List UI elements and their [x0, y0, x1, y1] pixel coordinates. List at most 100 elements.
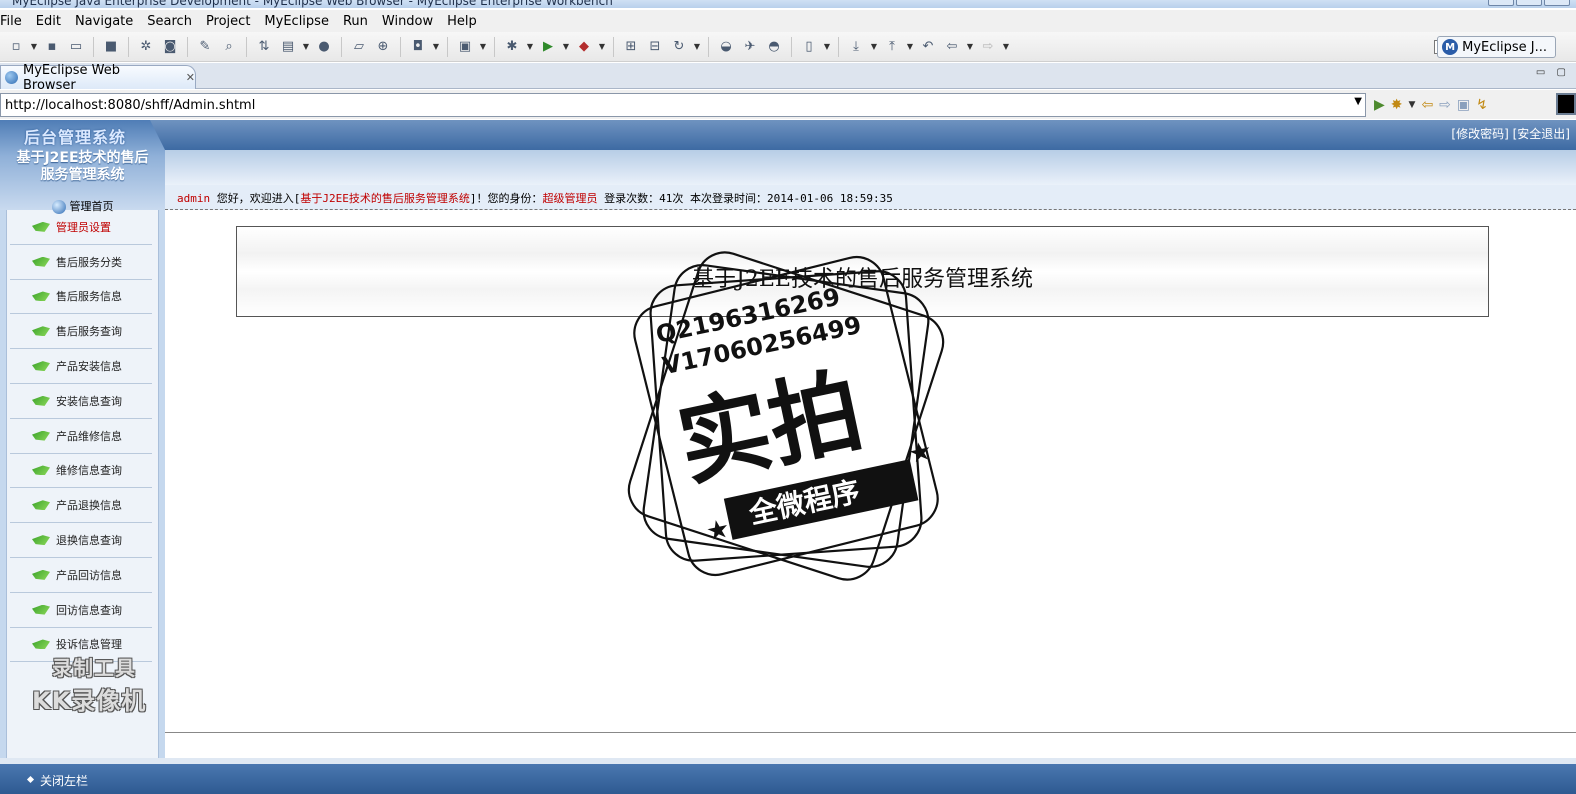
browser-back-icon[interactable]: ⇦ — [1421, 97, 1433, 113]
menu-file[interactable]: File — [0, 14, 29, 29]
menu-project[interactable]: Project — [199, 14, 257, 29]
browser-stop-icon[interactable]: ▣ — [1457, 97, 1470, 113]
sidebar-item-visit-query[interactable]: 回访信息查询 — [10, 593, 152, 628]
browser-refresh-icon[interactable]: ↯ — [1476, 97, 1488, 113]
run-icon[interactable]: ▶ — [537, 36, 559, 58]
bug-icon[interactable]: ✱ — [501, 36, 523, 58]
print-icon[interactable]: ▭ — [65, 36, 87, 58]
tasks-icon[interactable]: ▣ — [454, 36, 476, 58]
sidebar-item-visit-info[interactable]: 产品回访信息 — [10, 558, 152, 593]
deploy-icon[interactable]: ⇅ — [253, 36, 275, 58]
refresh-dropdown-icon[interactable]: ▼ — [692, 36, 702, 58]
browser-toolbar-widget[interactable] — [1556, 93, 1576, 115]
next-annotation-icon[interactable]: ⤓ — [845, 36, 867, 58]
sidebar-item-install-query[interactable]: 安装信息查询 — [10, 384, 152, 419]
wizard-icon[interactable]: ✎ — [194, 36, 216, 58]
sidebar-item-label: 管理员设置 — [56, 220, 111, 234]
db-icon[interactable]: ◒ — [715, 36, 737, 58]
folder-icon[interactable]: ▯ — [798, 36, 820, 58]
folder-dropdown-icon[interactable]: ▼ — [822, 36, 832, 58]
sidebar-item-admin-settings[interactable]: 管理员设置 — [10, 210, 152, 245]
toggle-sidebar-link[interactable]: 关闭左栏 — [40, 772, 88, 789]
perspective-switcher[interactable]: M MyEclipse J... — [1437, 36, 1556, 58]
system-name-line2: 服务管理系统 — [40, 167, 125, 183]
menu-search[interactable]: Search — [140, 14, 199, 29]
deploy-run-icon[interactable]: ▤ — [277, 36, 299, 58]
refresh-icon[interactable]: ↻ — [668, 36, 690, 58]
external-tools-dropdown-icon[interactable]: ▼ — [597, 36, 607, 58]
favorites-icon[interactable]: ✸ — [1391, 97, 1403, 113]
change-password-link[interactable]: [修改密码] — [1451, 127, 1508, 141]
header-subband — [150, 150, 1576, 185]
db-browser-icon[interactable]: ◓ — [763, 36, 785, 58]
sidebar-item-label: 维修信息查询 — [56, 464, 122, 478]
search-refs-icon[interactable]: ⌕ — [218, 36, 240, 58]
menu-window[interactable]: Window — [375, 14, 440, 29]
open-type-icon[interactable]: ⊞ — [620, 36, 642, 58]
flag-icon — [32, 326, 50, 337]
window-title: MyEclipse Java Enterprise Development - … — [12, 0, 613, 8]
open-folder-icon[interactable]: ▱ — [348, 36, 370, 58]
add-icon[interactable]: ⊕ — [372, 36, 394, 58]
welcome-system-link[interactable]: 基于J2EE技术的售后服务管理系统 — [300, 192, 470, 205]
url-input[interactable]: http://localhost:8080/shff/Admin.shtml ▼ — [0, 92, 1366, 117]
sidebar-item-return-query[interactable]: 退换信息查询 — [10, 523, 152, 558]
logout-link[interactable]: [安全退出] — [1513, 127, 1570, 141]
tab-web-browser[interactable]: MyEclipse Web Browser ✕ — [0, 63, 196, 93]
view-minmax-icons[interactable]: ▭ ▢ — [1536, 67, 1570, 78]
screenshot-icon[interactable]: ◘ — [407, 36, 429, 58]
sidebar-item-repair-query[interactable]: 维修信息查询 — [10, 454, 152, 489]
prev-annotation-dropdown-icon[interactable]: ▼ — [905, 36, 915, 58]
close-window-button[interactable] — [1544, 0, 1570, 6]
sidebar-item-label: 退换信息查询 — [56, 534, 122, 548]
tasks-dropdown-icon[interactable]: ▼ — [478, 36, 488, 58]
welcome-banner: 基于J2EE技术的售后服务管理系统 — [236, 226, 1489, 317]
menu-help[interactable]: Help — [440, 14, 484, 29]
menu-edit[interactable]: Edit — [29, 14, 68, 29]
hierarchy-icon[interactable]: ⊟ — [644, 36, 666, 58]
menu-myeclipse[interactable]: MyEclipse — [257, 14, 336, 29]
close-tab-icon[interactable]: ✕ — [186, 71, 195, 84]
sidebar-item-install-info[interactable]: 产品安装信息 — [10, 349, 152, 384]
deploy-dropdown-icon[interactable]: ▼ — [301, 36, 311, 58]
server-icon[interactable]: ◙ — [159, 36, 181, 58]
pin-icon[interactable]: ✈ — [739, 36, 761, 58]
screenshot-dropdown-icon[interactable]: ▼ — [431, 36, 441, 58]
sidebar-item-repair-info[interactable]: 产品维修信息 — [10, 419, 152, 454]
sidebar-item-label: 售后服务信息 — [56, 290, 122, 304]
system-name-line1: 基于J2EE技术的售后 — [16, 150, 149, 166]
browser-forward-icon[interactable]: ⇨ — [1439, 97, 1451, 113]
new-icon[interactable]: ▫ — [5, 36, 27, 58]
url-dropdown-icon[interactable]: ▼ — [1354, 96, 1362, 107]
debug-icon[interactable]: ✲ — [135, 36, 157, 58]
next-annotation-dropdown-icon[interactable]: ▼ — [869, 36, 879, 58]
favorites-dropdown-icon[interactable]: ▼ — [1409, 100, 1416, 110]
bug-dropdown-icon[interactable]: ▼ — [525, 36, 535, 58]
logo-title: 后台管理系统 — [24, 128, 127, 147]
run-dropdown-icon[interactable]: ▼ — [561, 36, 571, 58]
back-icon[interactable]: ⇦ — [941, 36, 963, 58]
save-icon[interactable]: ▪ — [41, 36, 63, 58]
flag-icon — [32, 395, 50, 406]
package-icon[interactable]: ■ — [100, 36, 122, 58]
sidebar-item-service-category[interactable]: 售后服务分类 — [10, 245, 152, 280]
browser-address-bar: http://localhost:8080/shff/Admin.shtml ▼… — [0, 90, 1576, 119]
external-tools-icon[interactable]: ◆ — [573, 36, 595, 58]
sidebar-item-complaint-management[interactable]: 投诉信息管理 — [10, 628, 152, 663]
forward-icon[interactable]: ⇨ — [977, 36, 999, 58]
forward-dropdown-icon[interactable]: ▼ — [1001, 36, 1011, 58]
maximize-button[interactable] — [1516, 0, 1542, 6]
sidebar-item-return-info[interactable]: 产品退换信息 — [10, 488, 152, 524]
prev-annotation-icon[interactable]: ⤒ — [881, 36, 903, 58]
go-icon[interactable]: ▶ — [1374, 97, 1385, 113]
new-dropdown-icon[interactable]: ▼ — [29, 36, 39, 58]
sidebar-item-service-info[interactable]: 售后服务信息 — [10, 280, 152, 315]
header-links: [修改密码] [安全退出] — [1451, 125, 1570, 142]
sidebar-item-service-query[interactable]: 售后服务查询 — [10, 314, 152, 350]
minimize-button[interactable] — [1488, 0, 1514, 6]
menu-run[interactable]: Run — [336, 14, 375, 29]
menu-navigate[interactable]: Navigate — [68, 14, 140, 29]
browser-globe-icon[interactable]: ● — [313, 36, 335, 58]
back-dropdown-icon[interactable]: ▼ — [965, 36, 975, 58]
last-edit-icon[interactable]: ↶ — [917, 36, 939, 58]
